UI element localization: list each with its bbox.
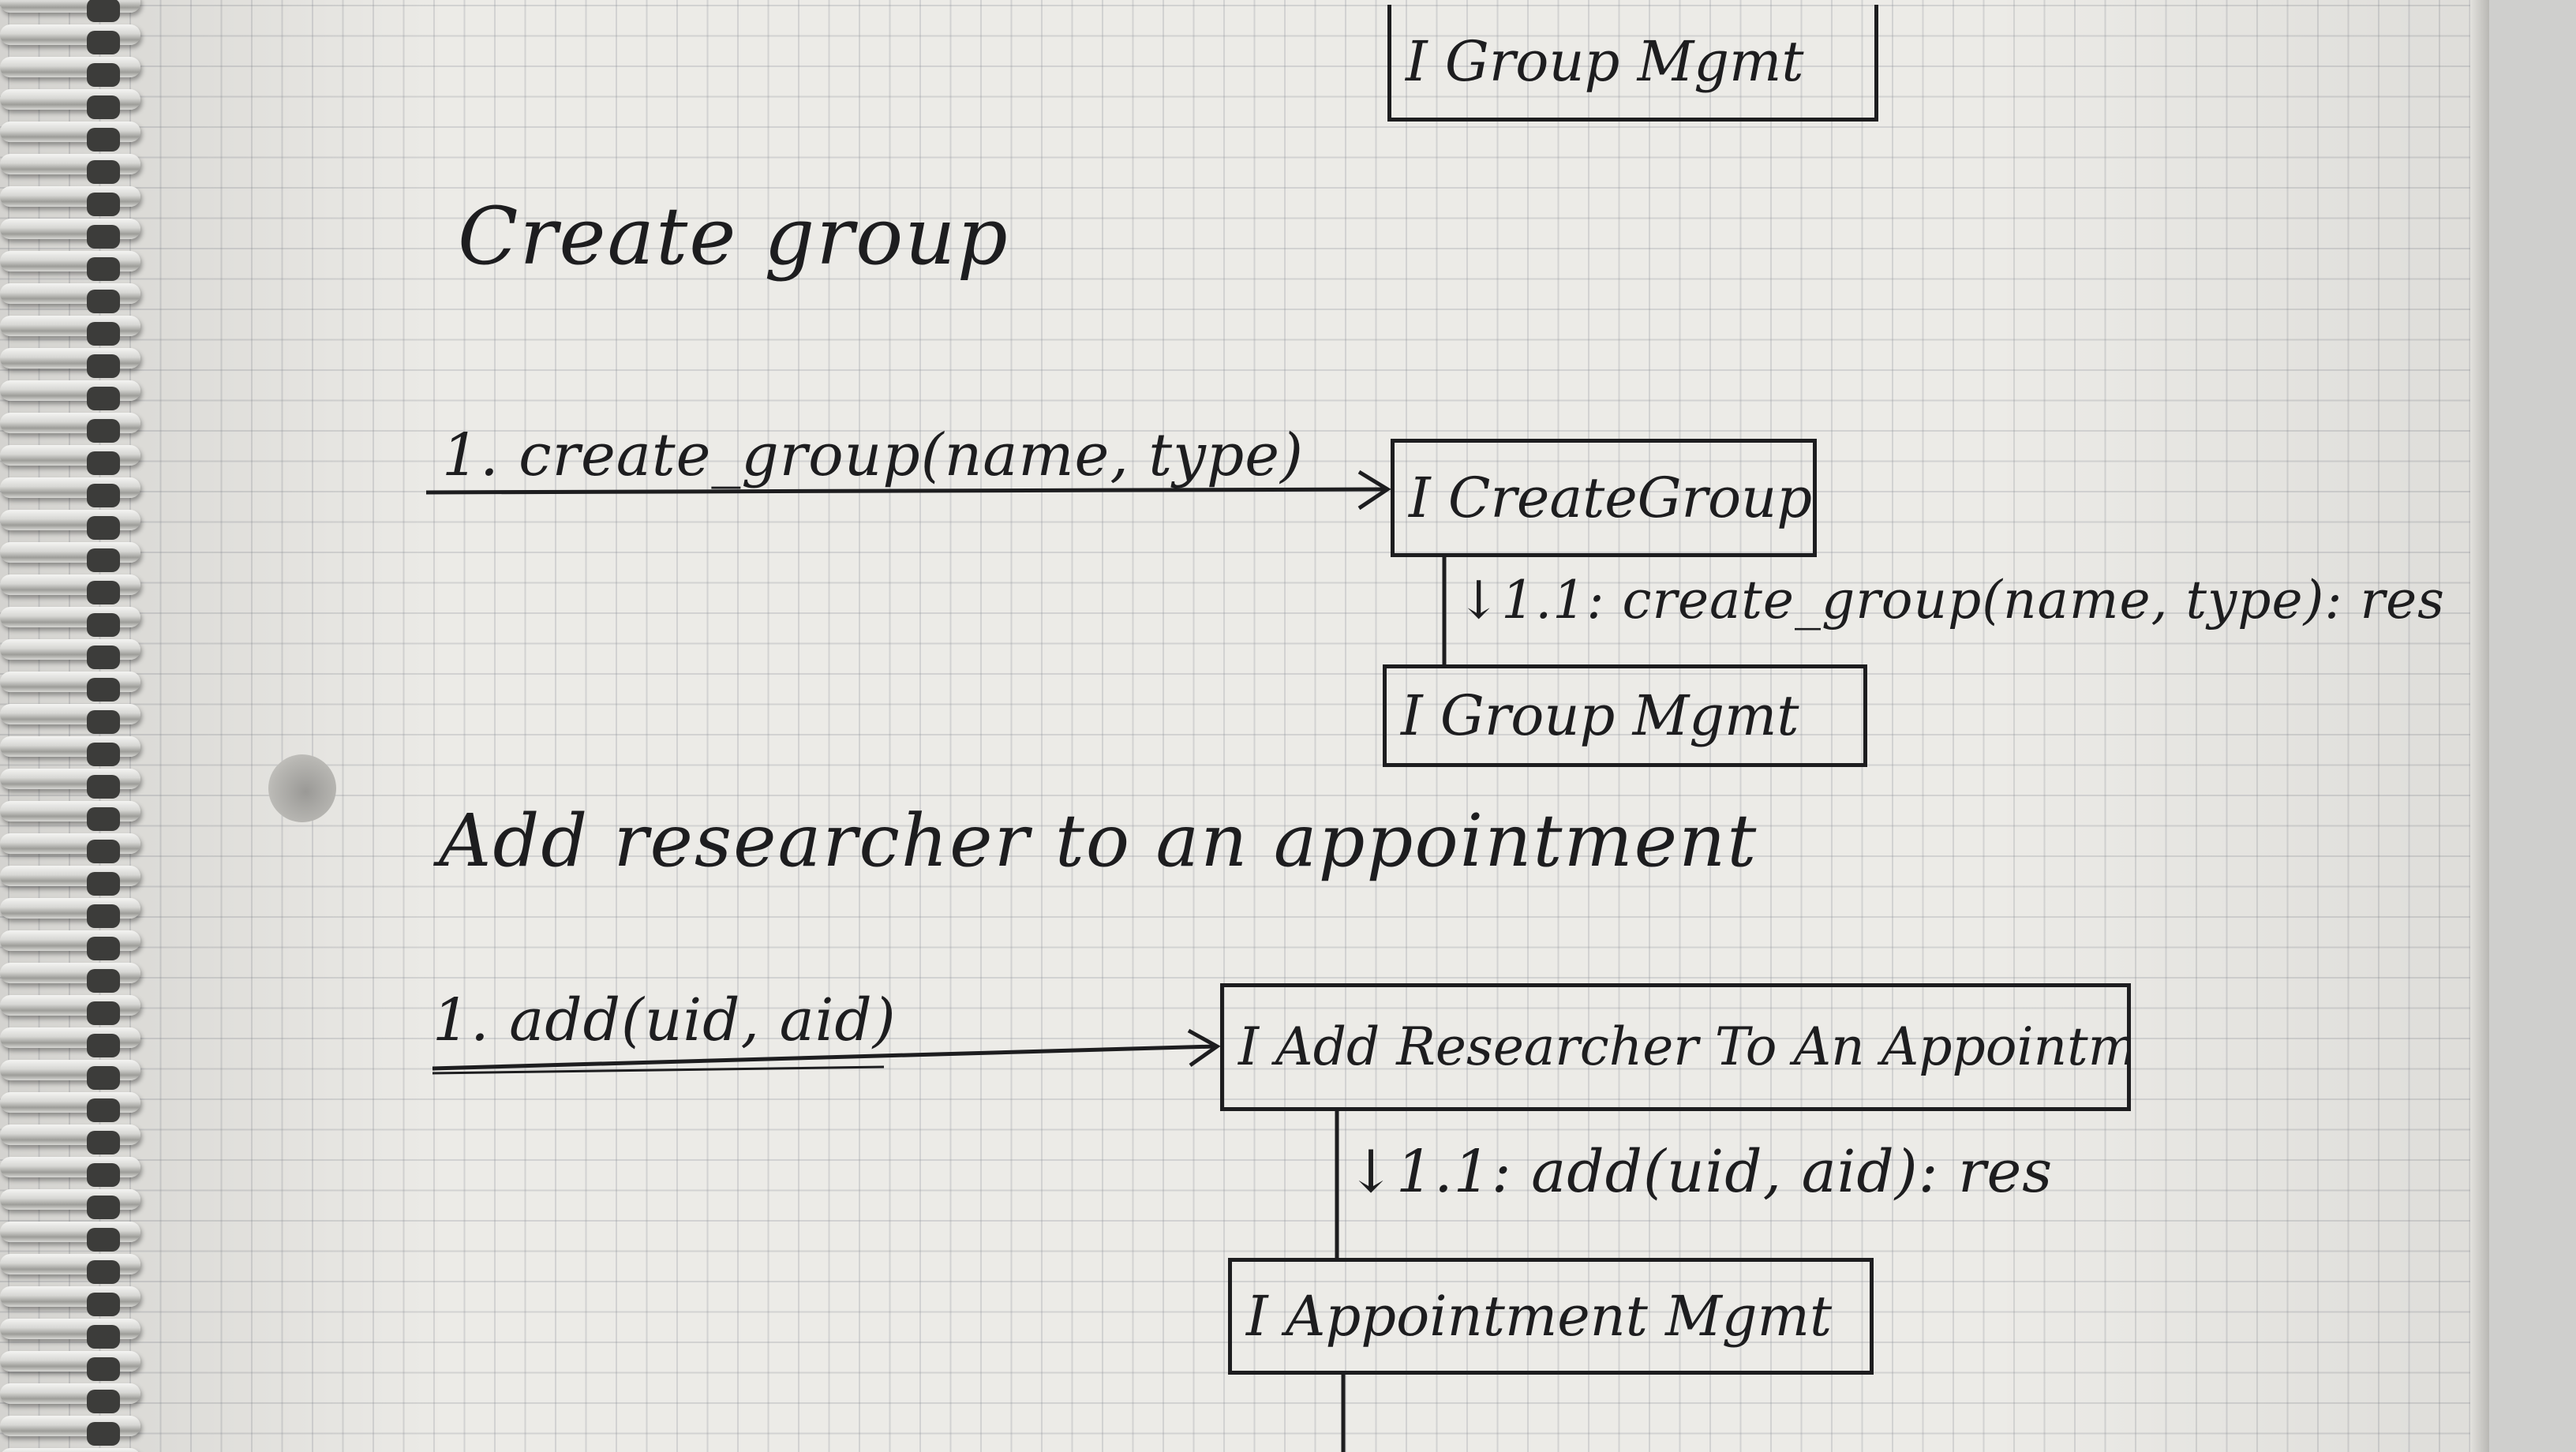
spiral-coil <box>0 1448 140 1452</box>
binding-hole <box>87 548 120 572</box>
add-researcher-message-1-1: ↓1.1: add(uid, aid): res <box>1346 1138 2054 1206</box>
create-group-target-box: I Group Mgmt <box>1383 664 1867 767</box>
add-researcher-component-box: I Add Researcher To An Appointment <box>1220 983 2131 1111</box>
binding-hole <box>87 1357 120 1381</box>
top-group-mgmt-label: I Group Mgmt <box>1406 28 1804 94</box>
binding-hole <box>87 484 120 507</box>
binding-hole <box>87 1422 120 1446</box>
binding-hole <box>87 807 120 831</box>
add-researcher-component-label: I Add Researcher To An Appointment <box>1238 1016 2131 1077</box>
binding-hole <box>87 31 120 54</box>
binding-hole <box>87 1228 120 1252</box>
top-group-mgmt-box: I Group Mgmt <box>1387 5 1878 122</box>
binding-hole <box>87 937 120 960</box>
create-group-component-label: I CreateGroup <box>1409 466 1813 530</box>
create-group-message-1-1: ↓1.1: create_group(name, type): res <box>1457 570 2446 631</box>
punch-hole <box>268 754 336 822</box>
notebook-photo: I Group Mgmt Create group 1. create_grou… <box>0 0 2576 1452</box>
binding-hole <box>87 1196 120 1219</box>
binding-hole <box>87 969 120 993</box>
binding-hole <box>87 1131 120 1154</box>
binding-hole <box>87 1390 120 1413</box>
binding-hole <box>87 743 120 766</box>
binding-hole <box>87 1066 120 1090</box>
binding-hole <box>87 710 120 734</box>
add-researcher-target-box: I Appointment Mgmt <box>1228 1258 1874 1375</box>
binding-hole <box>87 257 120 281</box>
binding-hole <box>87 1001 120 1025</box>
binding-hole <box>87 678 120 702</box>
binding-hole <box>87 322 120 346</box>
binding-hole <box>87 225 120 249</box>
add-researcher-target-label: I Appointment Mgmt <box>1246 1284 1833 1349</box>
add-researcher-message-1: 1. add(uid, aid) <box>432 986 897 1054</box>
binding-hole <box>87 581 120 604</box>
create-group-heading: Create group <box>458 190 1009 283</box>
binding-hole <box>87 872 120 896</box>
binding-hole <box>87 646 120 669</box>
binding-hole <box>87 160 120 184</box>
binding-hole <box>87 193 120 216</box>
binding-hole <box>87 904 120 928</box>
binding-hole <box>87 1163 120 1187</box>
binding-hole <box>87 775 120 799</box>
binding-hole <box>87 63 120 87</box>
binding-hole <box>87 387 120 410</box>
binding-hole <box>87 516 120 540</box>
binding-hole <box>87 354 120 378</box>
create-group-target-label: I Group Mgmt <box>1401 683 1799 748</box>
binding-hole <box>87 613 120 637</box>
paper-edge <box>2470 0 2489 1452</box>
binding-hole <box>87 0 120 22</box>
binding-hole <box>87 451 120 475</box>
binding-hole <box>87 1260 120 1284</box>
binding-hole <box>87 840 120 863</box>
binding-hole <box>87 419 120 443</box>
add-researcher-heading: Add researcher to an appointment <box>439 799 1758 883</box>
binding-hole <box>87 1098 120 1122</box>
paper-shading <box>0 0 2486 1452</box>
binding-hole <box>87 128 120 152</box>
binding-hole <box>87 1293 120 1316</box>
binding-hole <box>87 1034 120 1057</box>
binding-hole <box>87 95 120 119</box>
binding-hole <box>87 1325 120 1349</box>
spiral-binding <box>0 0 158 1452</box>
create-group-message-1: 1. create_group(name, type) <box>442 421 1304 489</box>
create-group-component-box: I CreateGroup <box>1391 439 1817 557</box>
binding-hole <box>87 290 120 313</box>
